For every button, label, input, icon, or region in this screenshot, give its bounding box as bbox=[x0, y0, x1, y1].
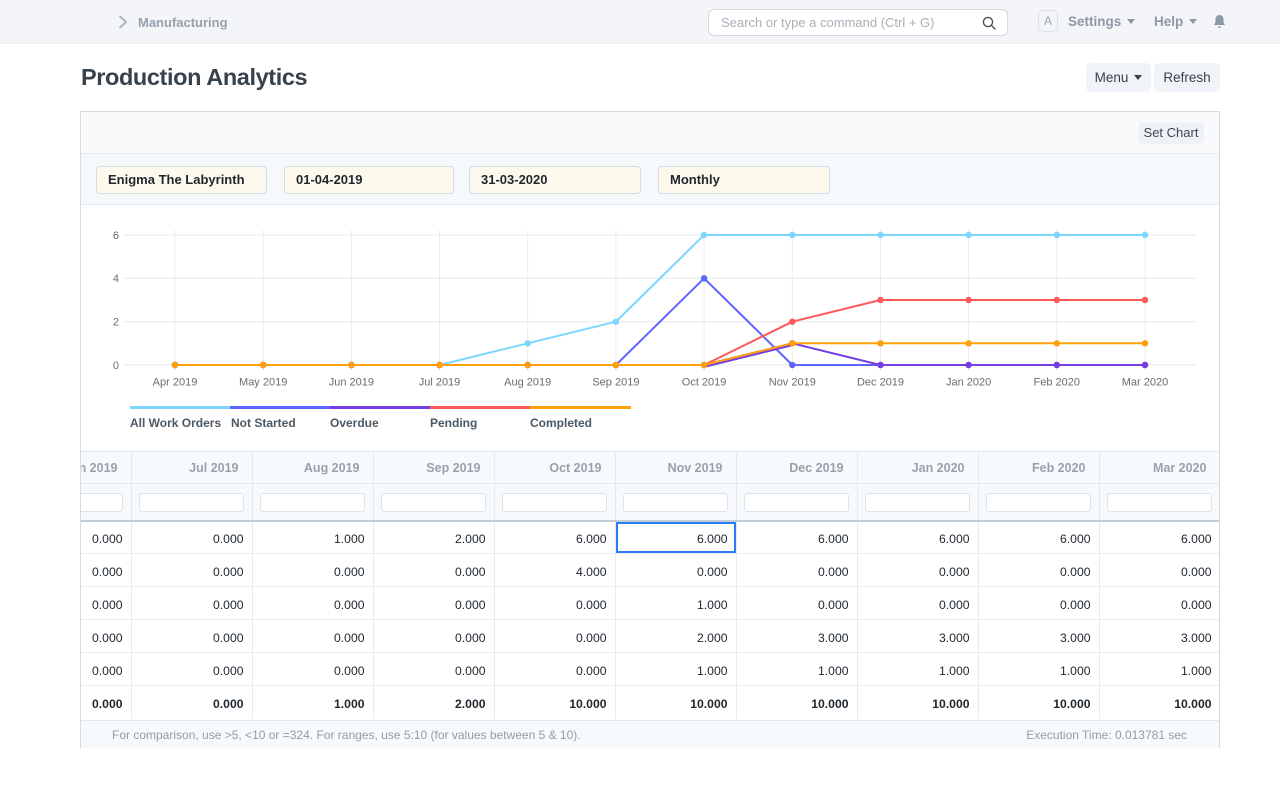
svg-text:4: 4 bbox=[113, 273, 119, 285]
svg-text:2: 2 bbox=[113, 317, 119, 329]
svg-text:Jun 2019: Jun 2019 bbox=[329, 377, 374, 389]
svg-text:Sep 2019: Sep 2019 bbox=[592, 377, 639, 389]
svg-text:Nov 2019: Nov 2019 bbox=[769, 377, 816, 389]
svg-text:May 2019: May 2019 bbox=[239, 377, 287, 389]
svg-text:Mar 2020: Mar 2020 bbox=[1122, 377, 1168, 389]
svg-text:Apr 2019: Apr 2019 bbox=[153, 377, 198, 389]
svg-text:Jul 2019: Jul 2019 bbox=[419, 377, 461, 389]
svg-text:Oct 2019: Oct 2019 bbox=[682, 377, 727, 389]
svg-text:Aug 2019: Aug 2019 bbox=[504, 377, 551, 389]
svg-text:Jan 2020: Jan 2020 bbox=[946, 377, 991, 389]
svg-text:0: 0 bbox=[113, 360, 119, 372]
svg-text:Feb 2020: Feb 2020 bbox=[1034, 377, 1080, 389]
svg-text:6: 6 bbox=[113, 230, 119, 242]
svg-text:Dec 2019: Dec 2019 bbox=[857, 377, 904, 389]
